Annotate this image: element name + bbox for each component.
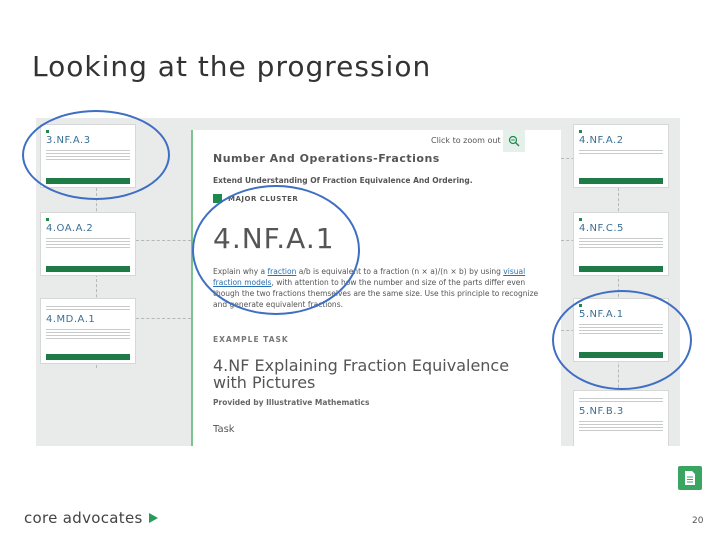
zoom-out-icon — [508, 135, 520, 147]
brand-logo: core advocates — [24, 509, 158, 527]
card-button[interactable] — [46, 354, 130, 360]
play-icon — [148, 513, 158, 523]
cluster-square-icon — [579, 218, 582, 221]
standard-card[interactable]: 4.NF.A.2 — [573, 124, 669, 188]
highlight-circle — [22, 110, 170, 200]
connector-line — [136, 240, 191, 241]
document-icon[interactable] — [678, 466, 702, 490]
card-description — [46, 327, 130, 339]
cluster-square-icon — [579, 130, 582, 133]
connector-line — [136, 318, 191, 319]
card-standard-code[interactable]: 4.OA.A.2 — [46, 223, 130, 234]
document-glyph — [685, 471, 695, 485]
highlight-circle — [192, 185, 360, 315]
card-description — [46, 304, 130, 312]
card-description — [579, 419, 663, 431]
domain-title: Number And Operations-Fractions — [213, 152, 440, 165]
zoom-out-label[interactable]: Click to zoom out — [431, 136, 501, 145]
card-tag — [579, 218, 663, 221]
card-button[interactable] — [579, 266, 663, 272]
card-tag — [579, 130, 663, 133]
slide-title: Looking at the progression — [32, 50, 432, 83]
card-description — [46, 236, 130, 248]
card-button[interactable] — [46, 266, 130, 272]
card-description — [579, 236, 663, 248]
highlight-circle — [552, 365, 690, 405]
page-number: 20 — [692, 516, 704, 526]
card-description — [579, 148, 663, 154]
zoom-out-button[interactable] — [503, 130, 525, 152]
card-tag — [46, 218, 130, 221]
task-tab[interactable]: Task — [213, 424, 235, 435]
standard-card[interactable]: 4.MD.A.1 — [40, 298, 136, 364]
brand-text: core advocates — [24, 509, 143, 527]
task-provider: Provided by Illustrative Mathematics — [213, 398, 370, 407]
example-task-title[interactable]: 4.NF Explaining Fraction Equivalence wit… — [213, 357, 513, 391]
card-button[interactable] — [579, 178, 663, 184]
example-task-label: EXAMPLE TASK — [213, 335, 289, 344]
cluster-square-icon — [46, 218, 49, 221]
card-standard-code[interactable]: 4.NF.C.5 — [579, 223, 663, 234]
card-standard-code[interactable]: 5.NF.B.3 — [579, 406, 663, 417]
card-standard-code[interactable]: 4.NF.A.2 — [579, 135, 663, 146]
standard-card[interactable]: 4.NF.C.5 — [573, 212, 669, 276]
standard-card[interactable]: 4.OA.A.2 — [40, 212, 136, 276]
cluster-title: Extend Understanding Of Fraction Equival… — [213, 176, 473, 185]
card-standard-code[interactable]: 4.MD.A.1 — [46, 314, 130, 325]
